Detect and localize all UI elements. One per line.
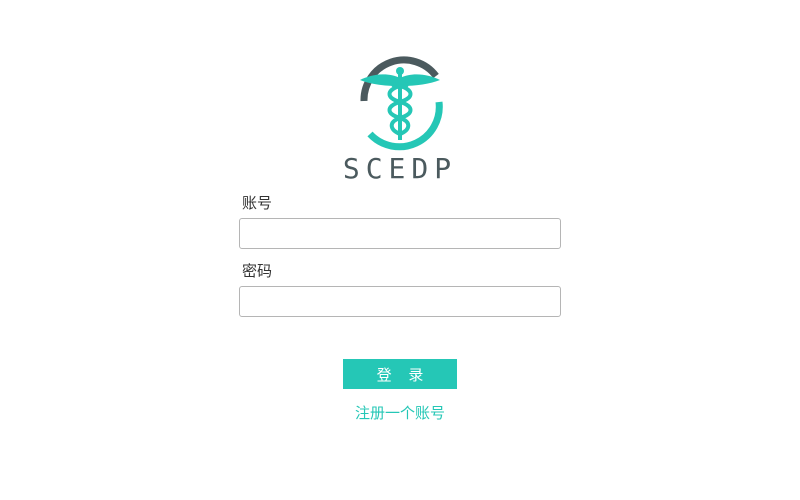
password-field-group: 密码 [239,261,561,317]
brand-name: SCEDP [343,152,457,184]
brand-logo: SCEDP [340,54,460,184]
login-page: SCEDP 账号 密码 登 录 注册一个账号 [0,0,800,500]
login-form: 账号 密码 [239,193,561,317]
login-button[interactable]: 登 录 [343,359,457,389]
register-link[interactable]: 注册一个账号 [300,402,500,423]
account-label: 账号 [242,194,273,212]
caduceus-icon: SCEDP [343,56,457,184]
password-label: 密码 [242,262,273,280]
account-input[interactable] [239,218,561,249]
account-field-group: 账号 [239,193,561,249]
password-input[interactable] [239,286,561,317]
